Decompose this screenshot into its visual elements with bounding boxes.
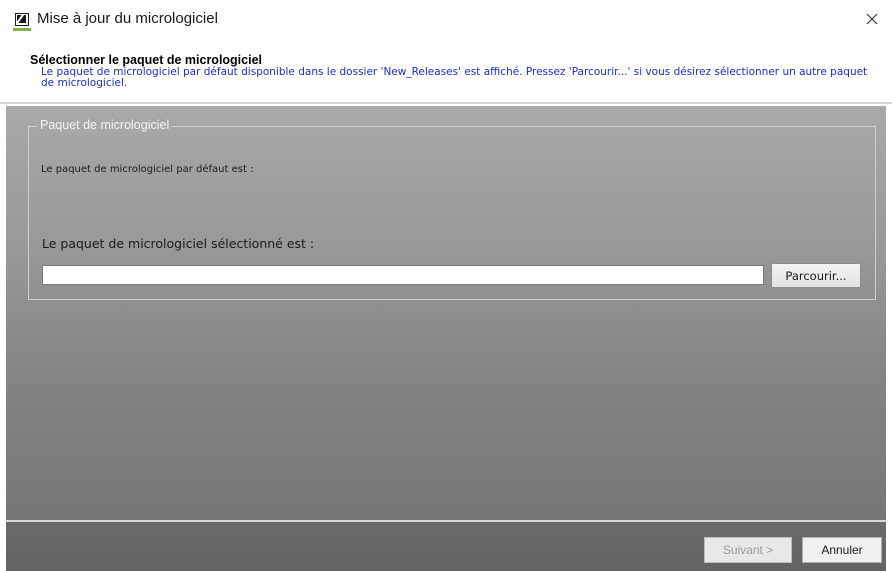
selected-package-label: Le paquet de micrologiciel sélectionné e… xyxy=(42,236,315,251)
wizard-header: Sélectionner le paquet de micrologiciel … xyxy=(0,40,892,104)
browse-button[interactable]: Parcourir... xyxy=(771,263,861,288)
window-title: Mise à jour du micrologiciel xyxy=(37,10,218,27)
group-legend: Paquet de micrologiciel xyxy=(37,118,173,132)
cancel-button[interactable]: Annuler xyxy=(802,537,882,563)
package-path-input[interactable] xyxy=(42,265,764,285)
close-button[interactable] xyxy=(858,6,886,32)
page-description: Le paquet de micrologiciel par défaut di… xyxy=(41,66,868,89)
close-icon xyxy=(866,13,878,25)
app-logo-icon xyxy=(15,13,29,26)
wizard-footer: Suivant > Annuler xyxy=(6,520,886,571)
firmware-package-group: Paquet de micrologiciel Le paquet de mic… xyxy=(28,118,876,300)
default-package-label: Le paquet de micrologiciel par défaut es… xyxy=(41,164,254,175)
title-bar: Mise à jour du micrologiciel xyxy=(0,0,892,40)
page-title: Sélectionner le paquet de micrologiciel xyxy=(30,53,263,67)
next-button[interactable]: Suivant > xyxy=(704,537,792,563)
app-logo-underline xyxy=(13,28,31,31)
wizard-body: Paquet de micrologiciel Le paquet de mic… xyxy=(6,106,886,520)
